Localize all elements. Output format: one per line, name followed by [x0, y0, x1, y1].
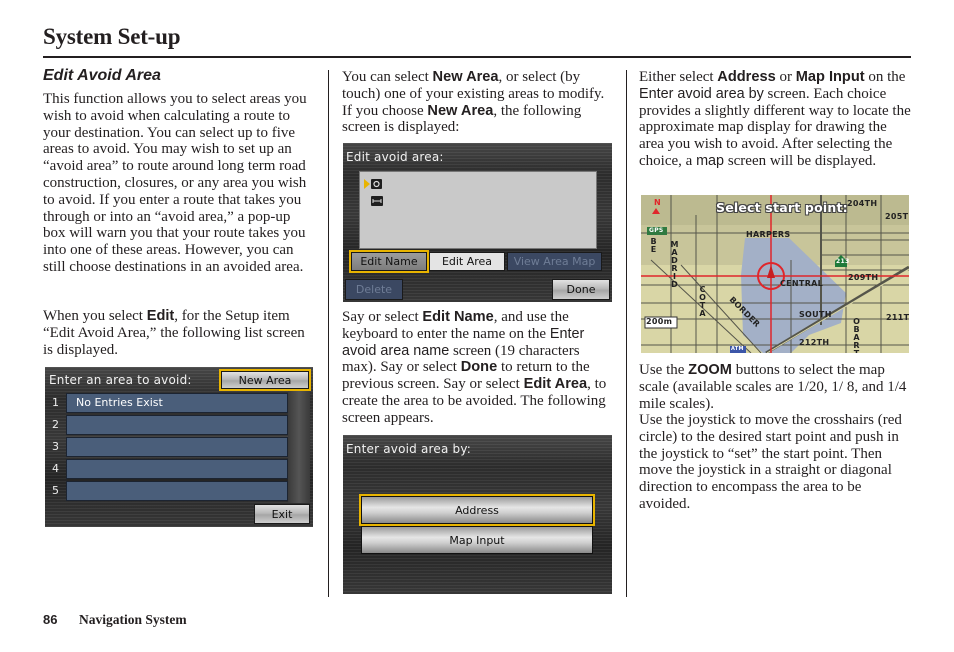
delete-button[interactable]: Delete	[345, 279, 403, 300]
page-number: 86	[43, 612, 58, 627]
list-item[interactable]	[66, 437, 288, 457]
joystick-paragraph: Use the joystick to move the crosshairs …	[639, 412, 902, 512]
north-label: N	[654, 198, 661, 207]
view-area-map-button[interactable]: View Area Map	[507, 252, 602, 271]
edit-avoid-area-screen: Edit avoid area: Edit Name Edit Area Vie…	[343, 143, 612, 302]
street-label: 209TH	[848, 273, 879, 282]
screen-title: Enter an area to avoid:	[49, 373, 192, 387]
new-area-paragraph: You can select New Area, or select (by t…	[342, 69, 605, 136]
street-label: SOUTH	[799, 310, 832, 319]
new-area-button[interactable]: New Area	[219, 369, 311, 391]
row-number: 3	[52, 440, 59, 453]
area-size-icon	[371, 196, 383, 206]
column-divider	[328, 70, 329, 597]
intro-paragraph: This function allows you to select areas…	[43, 91, 307, 275]
name-icon	[364, 179, 382, 189]
avoid-area-list-screen: Enter an area to avoid: New Area 1 No En…	[45, 367, 313, 527]
street-label: 205T	[885, 212, 909, 221]
enter-avoid-area-by-screen: Enter avoid area by: Address Map Input	[343, 435, 612, 594]
street-label: CENTRAL	[780, 279, 824, 288]
map-input-button[interactable]: Map Input	[361, 526, 593, 554]
street-label: 211T	[886, 313, 909, 322]
street-label: HARPERS	[746, 230, 791, 239]
list-item[interactable]	[66, 481, 288, 501]
gps-label: GPS	[649, 227, 664, 234]
address-or-map-paragraph: Either select Address or Map Input on th…	[639, 69, 911, 169]
list-item[interactable]	[66, 459, 288, 479]
scroll-panel	[288, 391, 310, 503]
footer-label: Navigation System	[79, 612, 187, 627]
area-info-box	[359, 171, 597, 249]
street-label: COTA	[698, 285, 707, 317]
page-title: System Set-up	[43, 24, 181, 49]
map-title: Select start point:	[716, 200, 848, 215]
list-item[interactable]: No Entries Exist	[66, 393, 288, 413]
highway-label: 213	[836, 258, 850, 265]
scale-label: 200m	[646, 317, 673, 326]
street-label: 204TH	[847, 199, 878, 208]
row-number: 1	[52, 396, 59, 409]
map-screen[interactable]: Select start point: N GPS 200m 213 ATM 2…	[641, 195, 909, 353]
row-number: 4	[52, 462, 59, 475]
title-rule	[43, 56, 911, 58]
list-item[interactable]	[66, 415, 288, 435]
section-heading: Edit Avoid Area	[43, 67, 161, 84]
done-button[interactable]: Done	[552, 279, 610, 300]
edit-name-paragraph: Say or select Edit Name, and use the key…	[342, 309, 607, 426]
address-button[interactable]: Address	[359, 494, 595, 526]
street-label: MADRID	[670, 240, 679, 288]
street-label: OBART	[852, 317, 861, 353]
edit-name-button[interactable]: Edit Name	[349, 250, 429, 273]
atm-label: ATM	[731, 346, 744, 352]
street-label: BE	[649, 237, 658, 253]
edit-paragraph: When you select Edit, for the Setup item…	[43, 308, 305, 358]
row-number: 5	[52, 484, 59, 497]
zoom-paragraph: Use the ZOOM buttons to select the map s…	[639, 362, 907, 412]
street-label: 212TH	[799, 338, 830, 347]
screen-title: Edit avoid area:	[346, 150, 444, 164]
exit-button[interactable]: Exit	[254, 504, 310, 524]
edit-area-button[interactable]: Edit Area	[429, 252, 505, 271]
row-number: 2	[52, 418, 59, 431]
screen-title: Enter avoid area by:	[346, 442, 472, 456]
column-divider	[626, 70, 627, 597]
